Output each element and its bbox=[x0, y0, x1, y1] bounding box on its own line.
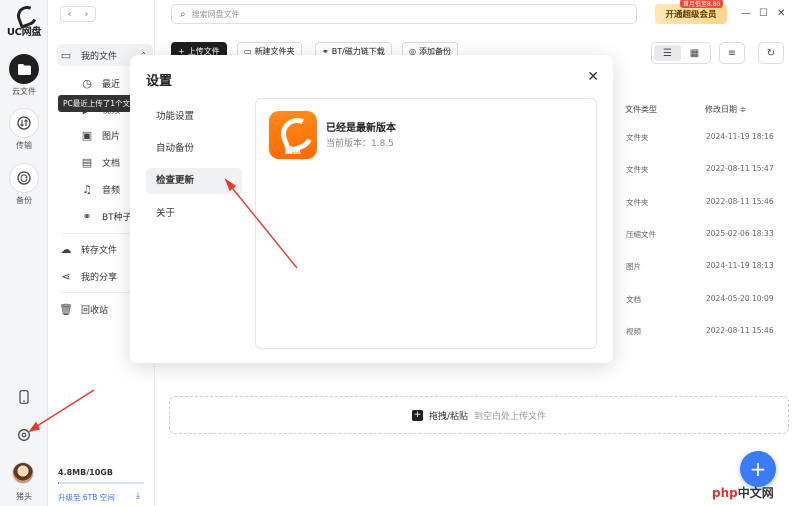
rail-cloud-files-button[interactable] bbox=[9, 54, 39, 84]
gear-icon bbox=[18, 429, 30, 441]
nav-recycle-bin-label: 回收站 bbox=[81, 305, 109, 316]
view-toggle: ☰ ▦ bbox=[651, 42, 711, 64]
recent-upload-tooltip: PC最近上传了1个文件 bbox=[58, 95, 136, 112]
image-icon: ▣ bbox=[81, 128, 93, 142]
file-type-cell: 视频 bbox=[626, 326, 641, 336]
rail-transfer-button[interactable] bbox=[9, 108, 39, 138]
nav-images-label: 图片 bbox=[102, 131, 121, 142]
column-header-type[interactable]: 文件类型 bbox=[625, 104, 657, 115]
document-icon: ▤ bbox=[81, 155, 93, 169]
column-header-date[interactable]: 修改日期 ≑ bbox=[705, 104, 746, 115]
phone-button[interactable] bbox=[10, 384, 38, 410]
file-date-cell: 2024-11-19 18:16 bbox=[706, 132, 774, 141]
plus-icon: + bbox=[411, 409, 423, 421]
current-version: 当前版本：1.8.5 bbox=[326, 139, 394, 149]
close-icon[interactable]: ✕ bbox=[587, 69, 599, 85]
trash-icon: 🗑︎ bbox=[59, 302, 73, 316]
rail-backup-button[interactable] bbox=[9, 163, 39, 193]
upgrade-link[interactable]: 升级至 6TB 空间 bbox=[58, 492, 115, 503]
nav-transfer-files-label: 转存文件 bbox=[81, 245, 118, 256]
settings-menu-auto-backup[interactable]: 自动备份 bbox=[146, 136, 242, 162]
plus-icon: + bbox=[749, 457, 767, 481]
back-arrow-icon[interactable]: ‹ bbox=[61, 7, 78, 21]
storage-bar bbox=[58, 482, 144, 484]
storage-bar-fill bbox=[58, 482, 59, 484]
storage-usage: 4.8MB/10GB bbox=[58, 468, 113, 477]
refresh-button[interactable]: ↻ bbox=[758, 42, 784, 64]
rail-backup-label: 备份 bbox=[16, 196, 32, 205]
list-view-icon[interactable]: ☰ bbox=[654, 45, 681, 61]
upload-dropzone[interactable]: + 拖拽/粘贴 到空白处上传文件 bbox=[169, 396, 789, 434]
app-logo: UC网盘 bbox=[0, 6, 48, 38]
nav-recent-label: 最近 bbox=[102, 79, 121, 90]
headphones-icon: ♫ bbox=[82, 182, 92, 196]
cloud-transfer-icon: ☁ bbox=[60, 242, 72, 256]
settings-dialog: 设置 ✕ 功能设置 自动备份 检查更新 关于 网盘 已经是最新版本 当前版本：1… bbox=[130, 55, 613, 363]
backup-icon bbox=[17, 171, 31, 185]
file-date-cell: 2022-08-11 15:46 bbox=[706, 325, 774, 335]
file-type-cell: 文档 bbox=[626, 294, 641, 304]
nav-bt-label: BT种子 bbox=[102, 212, 132, 223]
rail-cloud-files-label: 云文件 bbox=[12, 87, 36, 96]
nav-audio-label: 音频 bbox=[102, 185, 121, 196]
search-placeholder: 搜索网盘文件 bbox=[191, 9, 240, 19]
grid-view-icon[interactable]: ▦ bbox=[681, 45, 708, 61]
folder-outline-icon: ▭ bbox=[60, 48, 72, 62]
floating-add-button[interactable]: + bbox=[740, 451, 776, 487]
file-date-cell: 2022-08-11 15:47 bbox=[706, 164, 774, 174]
link-icon: ⚭ bbox=[82, 209, 92, 223]
file-type-cell: 图片 bbox=[626, 262, 641, 272]
settings-menu-about[interactable]: 关于 bbox=[146, 201, 242, 227]
user-avatar[interactable] bbox=[12, 462, 34, 484]
folder-icon bbox=[17, 63, 31, 75]
download-icon[interactable]: ⤓ bbox=[136, 491, 140, 501]
watermark: php中文网 bbox=[712, 484, 774, 501]
watermark-suffix: 中文网 bbox=[737, 486, 774, 500]
uc-squirrel-logo-icon bbox=[16, 6, 32, 22]
share-icon: ⋖ bbox=[61, 269, 71, 283]
dropzone-hint: 到空白处上传文件 bbox=[474, 411, 547, 422]
settings-menu-check-update[interactable]: 检查更新 bbox=[146, 168, 242, 194]
file-date-cell: 2025-02-06 18:33 bbox=[706, 228, 774, 238]
search-bar[interactable]: ⌕ 搜索网盘文件 bbox=[171, 4, 637, 24]
left-rail: UC网盘 云文件 传输 备份 猪头 bbox=[0, 0, 48, 506]
nav-docs-label: 文档 bbox=[102, 158, 121, 169]
close-window-icon[interactable]: ✕ bbox=[777, 8, 785, 19]
watermark-brand: php bbox=[712, 486, 738, 500]
update-panel: 网盘 已经是最新版本 当前版本：1.8.5 bbox=[255, 98, 597, 349]
update-status: 已经是最新版本 bbox=[326, 123, 396, 134]
nav-my-files-label: 我的文件 bbox=[81, 51, 118, 62]
user-name: 猪头 bbox=[16, 492, 32, 501]
file-type-cell: 文件夹 bbox=[626, 133, 649, 142]
sort-icon: ≡ bbox=[727, 47, 737, 59]
settings-title: 设置 bbox=[146, 74, 173, 89]
history-nav: ‹ › bbox=[60, 6, 96, 22]
sort-button[interactable]: ≡ bbox=[719, 42, 745, 64]
dropzone-label: 拖拽/粘贴 bbox=[428, 411, 469, 422]
settings-button[interactable] bbox=[10, 422, 38, 448]
file-type-cell: 文件夹 bbox=[626, 197, 649, 207]
maximize-icon[interactable]: ☐ bbox=[759, 8, 768, 19]
app-icon-label: 网盘 bbox=[285, 146, 301, 155]
file-date-cell: 2024-05-20 10:09 bbox=[706, 293, 774, 303]
refresh-icon: ↻ bbox=[766, 47, 776, 59]
search-icon: ⌕ bbox=[180, 8, 186, 20]
settings-menu-general[interactable]: 功能设置 bbox=[146, 104, 242, 130]
uc-drive-app-icon: 网盘 bbox=[269, 111, 317, 159]
file-type-cell: 压缩文件 bbox=[626, 229, 656, 239]
file-date-cell: 2024-11-19 18:13 bbox=[706, 261, 774, 271]
rail-transfer-label: 传输 bbox=[16, 141, 32, 150]
forward-arrow-icon[interactable]: › bbox=[78, 7, 95, 21]
file-date-cell: 2022-08-11 15:46 bbox=[706, 196, 774, 206]
clock-icon: ◷ bbox=[82, 76, 92, 90]
transfer-icon bbox=[17, 116, 31, 130]
nav-my-shares-label: 我的分享 bbox=[81, 272, 118, 283]
minimize-icon[interactable]: — bbox=[741, 8, 751, 19]
vip-promo-badge: 首月低至8.80 bbox=[680, 0, 724, 8]
file-type-cell: 文件夹 bbox=[626, 165, 649, 175]
phone-icon bbox=[19, 390, 29, 404]
